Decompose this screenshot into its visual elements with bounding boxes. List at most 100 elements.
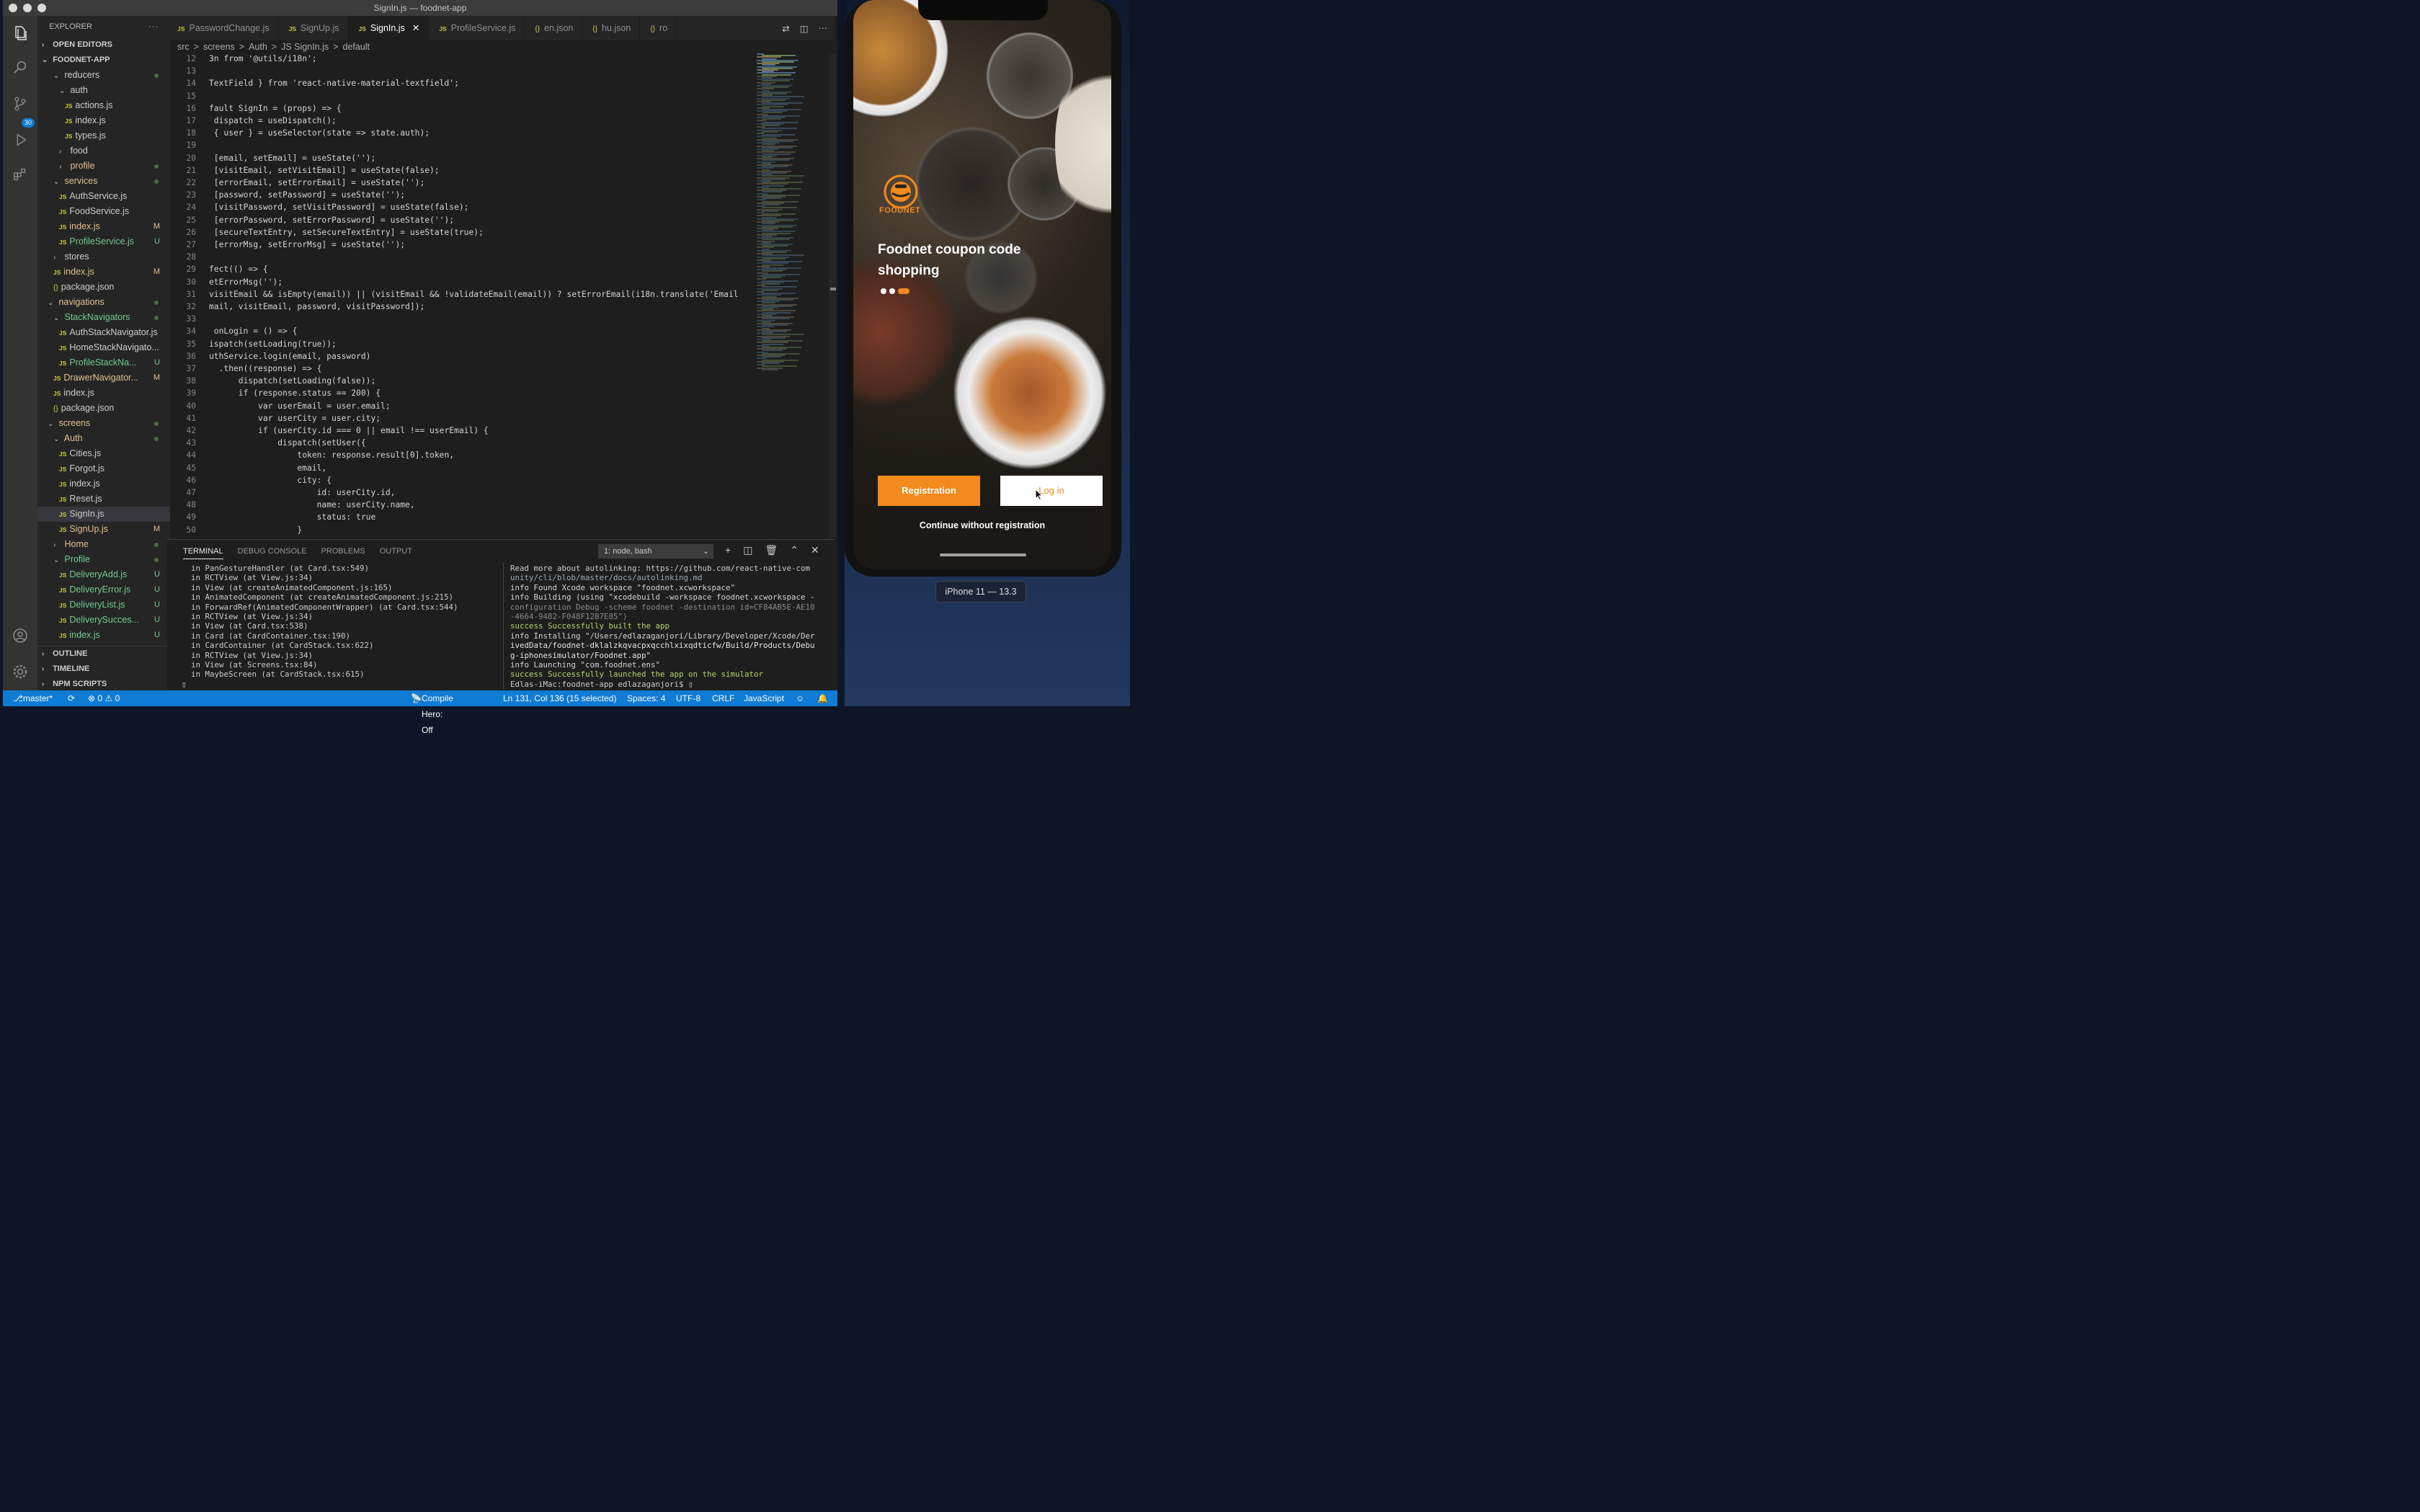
editor-scrollbar[interactable] [829, 53, 836, 538]
tree-item[interactable]: ⌄ reducers [37, 68, 170, 83]
code-line[interactable]: { user } = useSelector(state => state.au… [209, 128, 430, 138]
code-line[interactable]: uthService.login(email, password) [209, 352, 370, 361]
login-button[interactable]: Log in [1000, 476, 1103, 506]
code-line[interactable]: [visitPassword, setVisitPassword] = useS… [209, 203, 469, 212]
open-editors-section[interactable]: › OPEN EDITORS [37, 37, 170, 53]
panel-tab[interactable]: OUTPUT [380, 547, 412, 559]
code-line[interactable]: status: true [209, 512, 376, 522]
feedback-icon[interactable]: ☺ [796, 690, 804, 706]
code-line[interactable]: var userCity = user.city; [209, 414, 381, 423]
code-line[interactable]: [email, setEmail] = useState(''); [209, 154, 375, 163]
new-terminal-icon[interactable]: + [725, 544, 731, 556]
tree-item[interactable]: JS DeliveryError.js U [37, 582, 170, 597]
code-line[interactable]: visitEmail && isEmpty(email)) || (visitE… [209, 290, 739, 299]
breadcrumb-item[interactable]: src [177, 42, 190, 52]
page-dot[interactable] [881, 288, 886, 294]
tree-item[interactable]: ⌄ Auth [37, 431, 170, 446]
trash-icon[interactable]: 🗑 [765, 544, 778, 556]
eol-indicator[interactable]: CRLF [712, 690, 734, 706]
code-line[interactable]: token: response.result[0].token, [209, 450, 454, 460]
tree-item[interactable]: › Home [37, 537, 170, 552]
more-icon[interactable]: ··· [819, 23, 828, 33]
notifications-bell-icon[interactable]: 🔔 [817, 690, 828, 706]
editor-tab[interactable]: JS SignIn.js ✕ [348, 16, 430, 40]
tree-item[interactable]: JS HomeStackNavigato... [37, 340, 170, 355]
zoom-window-button[interactable] [37, 4, 46, 12]
npm-scripts-section[interactable]: › NPM SCRIPTS [37, 677, 170, 690]
editor-tab[interactable]: {} en.json [525, 16, 583, 40]
tree-item[interactable]: JS index.js M [37, 219, 170, 234]
tree-item[interactable]: JS AuthStackNavigator.js [37, 325, 170, 340]
tree-item[interactable]: {} package.json [37, 401, 170, 416]
cursor-position[interactable]: Ln 131, Col 136 (15 selected) [503, 690, 616, 706]
tree-item[interactable]: JS ProfileStackNa... U [37, 355, 170, 370]
breadcrumb-item[interactable]: screens [203, 42, 235, 52]
code-line[interactable]: email, [209, 463, 326, 473]
code-line[interactable]: [password, setPassword] = useState(''); [209, 190, 405, 200]
split-editor-icon[interactable]: ◫ [800, 23, 809, 34]
code-line[interactable]: dispatch(setUser({ [209, 438, 365, 448]
tree-item[interactable]: › profile [37, 159, 170, 174]
code-line[interactable]: 3n from '@utils/i18n'; [209, 54, 317, 63]
tree-item[interactable]: JS SignIn.js [37, 507, 170, 522]
tree-item[interactable]: JS DeliveryAdd.js U [37, 567, 170, 582]
tree-item[interactable]: JS Forgot.js [37, 461, 170, 476]
code-line[interactable]: ispatch(setLoading(true)); [209, 339, 337, 349]
breadcrumb-item[interactable]: JS SignIn.js [281, 42, 329, 52]
code-line[interactable]: onLogin = () => { [209, 326, 298, 336]
editor-tab[interactable]: JS PasswordChange.js [167, 16, 279, 40]
code-line[interactable]: name: userCity.name, [209, 500, 415, 510]
editor-tab[interactable]: JS SignUp.js [279, 16, 349, 40]
code-line[interactable]: dispatch(setLoading(false)); [209, 376, 375, 386]
tree-item[interactable]: JS FoodService.js [37, 204, 170, 219]
registration-button[interactable]: Registration [878, 476, 980, 506]
indentation-indicator[interactable]: Spaces: 4 [627, 690, 665, 706]
code-line[interactable]: dispatch = useDispatch(); [209, 116, 337, 125]
tree-item[interactable]: JS Reset.js [37, 492, 170, 507]
close-window-button[interactable] [9, 4, 17, 12]
code-line[interactable]: if (response.status == 200) { [209, 388, 381, 398]
branch-indicator[interactable]: ⎇ master* [13, 690, 53, 706]
tree-item[interactable]: JS index.js [37, 476, 170, 492]
compile-hero-indicator[interactable]: 📡 Compile Hero: Off [411, 690, 453, 735]
panel-tab[interactable]: DEBUG CONSOLE [238, 547, 307, 559]
code-line[interactable]: mail, visitEmail, password, visitPasswor… [209, 302, 424, 311]
close-tab-icon[interactable]: ✕ [412, 23, 419, 33]
terminal-right-output[interactable]: Read more about autolinking: https://git… [510, 564, 815, 689]
tree-item[interactable]: JS types.js [37, 128, 170, 143]
code-line[interactable]: TextField } from 'react-native-material-… [209, 79, 459, 88]
maximize-panel-icon[interactable]: ⌃ [790, 544, 798, 556]
code-line[interactable]: if (userCity.id === 0 || email !== userE… [209, 426, 489, 435]
home-indicator[interactable] [940, 553, 1026, 556]
tree-item[interactable]: ⌄ auth [37, 83, 170, 98]
code-line[interactable]: [visitEmail, setVisitEmail] = useState(f… [209, 166, 440, 175]
tree-item[interactable]: {} package.json [37, 280, 170, 295]
tree-item[interactable]: ⌄ StackNavigators [37, 310, 170, 325]
split-terminal-icon[interactable]: ◫ [743, 544, 752, 556]
code-line[interactable]: [errorEmail, setErrorEmail] = useState('… [209, 178, 424, 187]
explorer-icon[interactable] [10, 23, 30, 43]
page-indicator[interactable] [881, 288, 909, 294]
tree-item[interactable]: JS AuthService.js [37, 189, 170, 204]
run-debug-icon[interactable] [10, 130, 30, 150]
code-line[interactable]: [secureTextEntry, setSecureTextEntry] = … [209, 228, 484, 237]
tree-item[interactable]: JS DrawerNavigator... M [37, 370, 170, 386]
breadcrumb-item[interactable]: Auth [249, 42, 267, 52]
language-indicator[interactable]: JavaScript [744, 690, 784, 706]
panel-tab[interactable]: PROBLEMS [321, 547, 365, 559]
tree-item[interactable]: JS index.js U [37, 628, 170, 643]
tree-item[interactable]: JS index.js M [37, 264, 170, 280]
tree-item[interactable]: ⌄ services [37, 174, 170, 189]
code-editor[interactable]: 12 3n from '@utils/i18n'; 13 14 TextField } … [167, 53, 748, 538]
tree-item[interactable]: JS Cities.js [37, 446, 170, 461]
tree-item[interactable]: JS index.js [37, 113, 170, 128]
tree-item[interactable]: JS ProfileService.js U [37, 234, 170, 249]
compare-icon[interactable]: ⇄ [782, 23, 789, 34]
sync-icon[interactable]: ⟳ [68, 690, 75, 706]
tree-item[interactable]: › stores [37, 249, 170, 264]
tree-item[interactable]: ⌄ navigations [37, 295, 170, 310]
minimap[interactable] [752, 53, 829, 538]
panel-tab[interactable]: TERMINAL [183, 547, 223, 559]
extensions-icon[interactable] [10, 164, 30, 184]
code-line[interactable]: fault SignIn = (props) => { [209, 104, 342, 113]
